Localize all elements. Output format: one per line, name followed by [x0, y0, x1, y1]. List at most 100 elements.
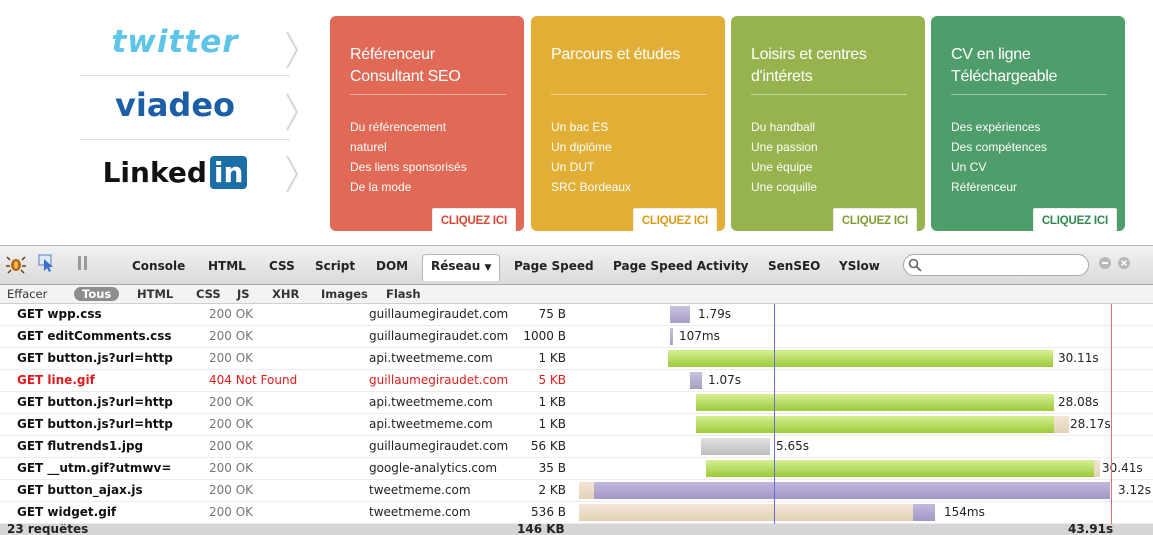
inspect-cursor-icon[interactable] [38, 254, 54, 272]
list-item: naturel [350, 140, 387, 154]
timeline-bar [705, 438, 770, 455]
divider [751, 94, 907, 95]
timeline-duration: 154ms [944, 505, 985, 519]
timeline-bar [706, 460, 1094, 477]
card-loisirs: Loisirs et centres d'intérets Du handbal… [731, 16, 925, 231]
search-input[interactable] [903, 254, 1089, 276]
request-domain: tweetmeme.com [369, 505, 471, 519]
total-time: 43.91s [1068, 524, 1114, 535]
tab-css[interactable]: CSS [269, 259, 295, 273]
list-item: Une équipe [751, 160, 813, 174]
table-row[interactable]: GET button.js?url=http 200 OK api.tweetmem… [0, 414, 1153, 436]
timeline-duration: 28.08s [1058, 395, 1099, 409]
clear-button[interactable]: Effacer [7, 287, 47, 301]
filter-flash[interactable]: Flash [386, 287, 421, 301]
card-title: Référenceur Consultant SEO [350, 46, 461, 85]
close-icon[interactable] [1117, 256, 1131, 270]
filter-images[interactable]: Images [321, 287, 368, 301]
timeline-bar [579, 504, 913, 521]
filter-xhr[interactable]: XHR [272, 287, 299, 301]
total-size: 146 KB [517, 524, 565, 535]
divider [350, 94, 506, 95]
table-row[interactable]: GET line.gif 404 Not Found guillaumegiraud… [0, 370, 1153, 392]
card-seo: Référenceur Consultant SEO Du référencem… [330, 16, 524, 231]
status-code: 200 OK [209, 329, 254, 343]
cliquez-ici-button[interactable]: CLIQUEZ ICI [632, 208, 717, 231]
list-item: Un DUT [551, 160, 595, 174]
chevron-down-icon: ▼ [484, 263, 492, 273]
timeline-bar [579, 482, 594, 499]
viadeo-link[interactable]: viadeo [80, 86, 300, 144]
timeline-duration: 107ms [679, 329, 720, 343]
tab-console[interactable]: Console [132, 259, 185, 273]
tab-page-speed-activity[interactable]: Page Speed Activity [613, 259, 749, 273]
status-code: 200 OK [209, 461, 254, 475]
table-row[interactable]: GET wpp.css 200 OK guillaumegiraudet.com 75… [0, 304, 1153, 326]
table-row[interactable]: GET __utm.gif?utmwv= 200 OK google-analyti… [0, 458, 1153, 480]
tab-yslow[interactable]: YSlow [839, 259, 880, 273]
timeline-duration: 30.11s [1058, 351, 1099, 365]
filter-js[interactable]: JS [237, 287, 250, 301]
pause-icon[interactable] [78, 256, 88, 270]
timeline-duration: 3.12s [1118, 483, 1151, 497]
list-item: Un CV [951, 160, 987, 174]
list-item: Une coquille [751, 180, 818, 194]
status-code: 200 OK [209, 351, 254, 365]
response-size: 1 KB [538, 351, 566, 365]
list-item: Un diplôme [551, 140, 612, 154]
status-code: 200 OK [209, 395, 254, 409]
request-url: GET widget.gif [17, 505, 117, 519]
timeline-duration: 28.17s [1070, 417, 1111, 431]
card-list: Des expériences Des compétences Un CV Ré… [951, 117, 1047, 197]
table-row[interactable]: GET flutrends1.jpg 200 OK guillaumegiraude… [0, 436, 1153, 458]
card-list: Du handball Une passion Une équipe Une c… [751, 117, 818, 197]
tab-html[interactable]: HTML [208, 259, 246, 273]
timeline-bar [690, 372, 702, 389]
response-size: 56 KB [530, 439, 566, 453]
search-icon [908, 258, 922, 272]
linkedin-link[interactable]: Linked in [80, 148, 300, 206]
table-row[interactable]: GET widget.gif 200 OK tweetmeme.com 536 B 15… [0, 502, 1153, 524]
cliquez-ici-button[interactable]: CLIQUEZ ICI [832, 208, 917, 231]
card-title: CV en ligne Téléchargeable [951, 46, 1058, 85]
timeline-bar [1054, 416, 1069, 433]
response-size: 1 KB [538, 417, 566, 431]
twitter-link[interactable]: twitter [80, 24, 300, 82]
status-code: 200 OK [209, 505, 254, 519]
cliquez-ici-button[interactable]: CLIQUEZ ICI [431, 208, 516, 231]
timeline-bar [668, 350, 1053, 367]
cliquez-ici-button[interactable]: CLIQUEZ ICI [1032, 208, 1117, 231]
card-cv: CV en ligne Téléchargeable Des expérienc… [931, 16, 1125, 231]
table-row[interactable]: GET editComments.css 200 OK guillaumegirau… [0, 326, 1153, 348]
list-item: Référenceur [951, 180, 1018, 194]
timeline-bar [696, 416, 1054, 433]
tab-dom[interactable]: DOM [376, 259, 408, 273]
website-content: twitter viadeo Linked in Référenceur Cons… [0, 0, 1153, 240]
response-size: 35 B [538, 461, 566, 475]
filter-css[interactable]: CSS [196, 287, 221, 301]
tab-reseau[interactable]: Réseau ▼ [431, 259, 491, 273]
list-item: Du référencement [350, 120, 447, 134]
filter-html[interactable]: HTML [137, 287, 173, 301]
request-url: GET line.gif [17, 373, 95, 387]
filter-all[interactable]: Tous [74, 287, 120, 301]
response-size: 75 B [538, 307, 566, 321]
table-row[interactable]: GET button.js?url=http 200 OK api.tweetmem… [0, 348, 1153, 370]
request-url: GET button_ajax.js [17, 483, 143, 497]
table-row[interactable]: GET button.js?url=http 200 OK api.tweetmem… [0, 392, 1153, 414]
card-list: Du référencement naturel Des liens spons… [350, 117, 467, 197]
list-item: Du handball [751, 120, 816, 134]
list-item: Une passion [751, 140, 818, 154]
firebug-bug-icon[interactable] [6, 254, 26, 274]
status-code: 200 OK [209, 439, 254, 453]
request-url: GET flutrends1.jpg [17, 439, 144, 453]
tab-script[interactable]: Script [315, 259, 355, 273]
divider [80, 75, 290, 76]
table-row[interactable]: GET button_ajax.js 200 OK tweetmeme.com 2 K… [0, 480, 1153, 502]
tab-page-speed[interactable]: Page Speed [514, 259, 594, 273]
divider [951, 94, 1107, 95]
minimize-icon[interactable] [1098, 256, 1112, 270]
response-size: 2 KB [538, 483, 566, 497]
tab-senseo[interactable]: SenSEO [768, 259, 820, 273]
status-code: 200 OK [209, 417, 254, 431]
